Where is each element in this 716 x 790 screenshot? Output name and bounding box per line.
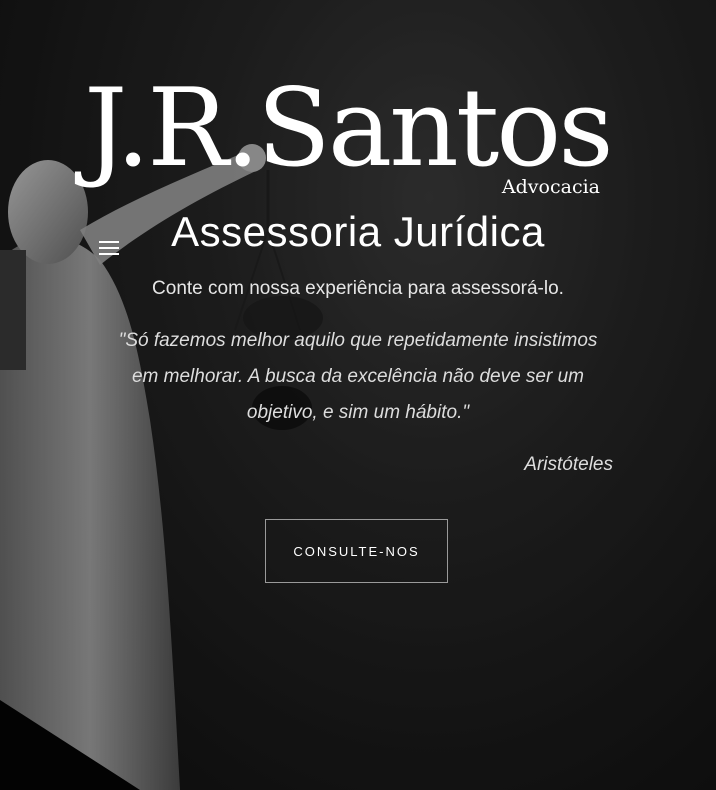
hero-title: Assessoria Jurídica bbox=[171, 208, 545, 255]
consult-us-button[interactable]: CONSULTE-NOS bbox=[265, 519, 448, 583]
consult-us-button-label: CONSULTE-NOS bbox=[293, 543, 420, 559]
hero-quote: "Só fazemos melhor aquilo que repetidame… bbox=[118, 330, 598, 423]
hero-section: J.R.Santos Advocacia Assessoria Jurídica… bbox=[0, 0, 716, 790]
brand-tagline: Advocacia bbox=[501, 176, 600, 198]
quote-author: Aristóteles bbox=[524, 454, 613, 475]
brand-logo[interactable]: J.R.Santos Advocacia bbox=[84, 64, 614, 214]
hero-lead: Conte com nossa experiência para assesso… bbox=[152, 278, 564, 299]
brand-name: J.R.Santos bbox=[84, 66, 614, 191]
